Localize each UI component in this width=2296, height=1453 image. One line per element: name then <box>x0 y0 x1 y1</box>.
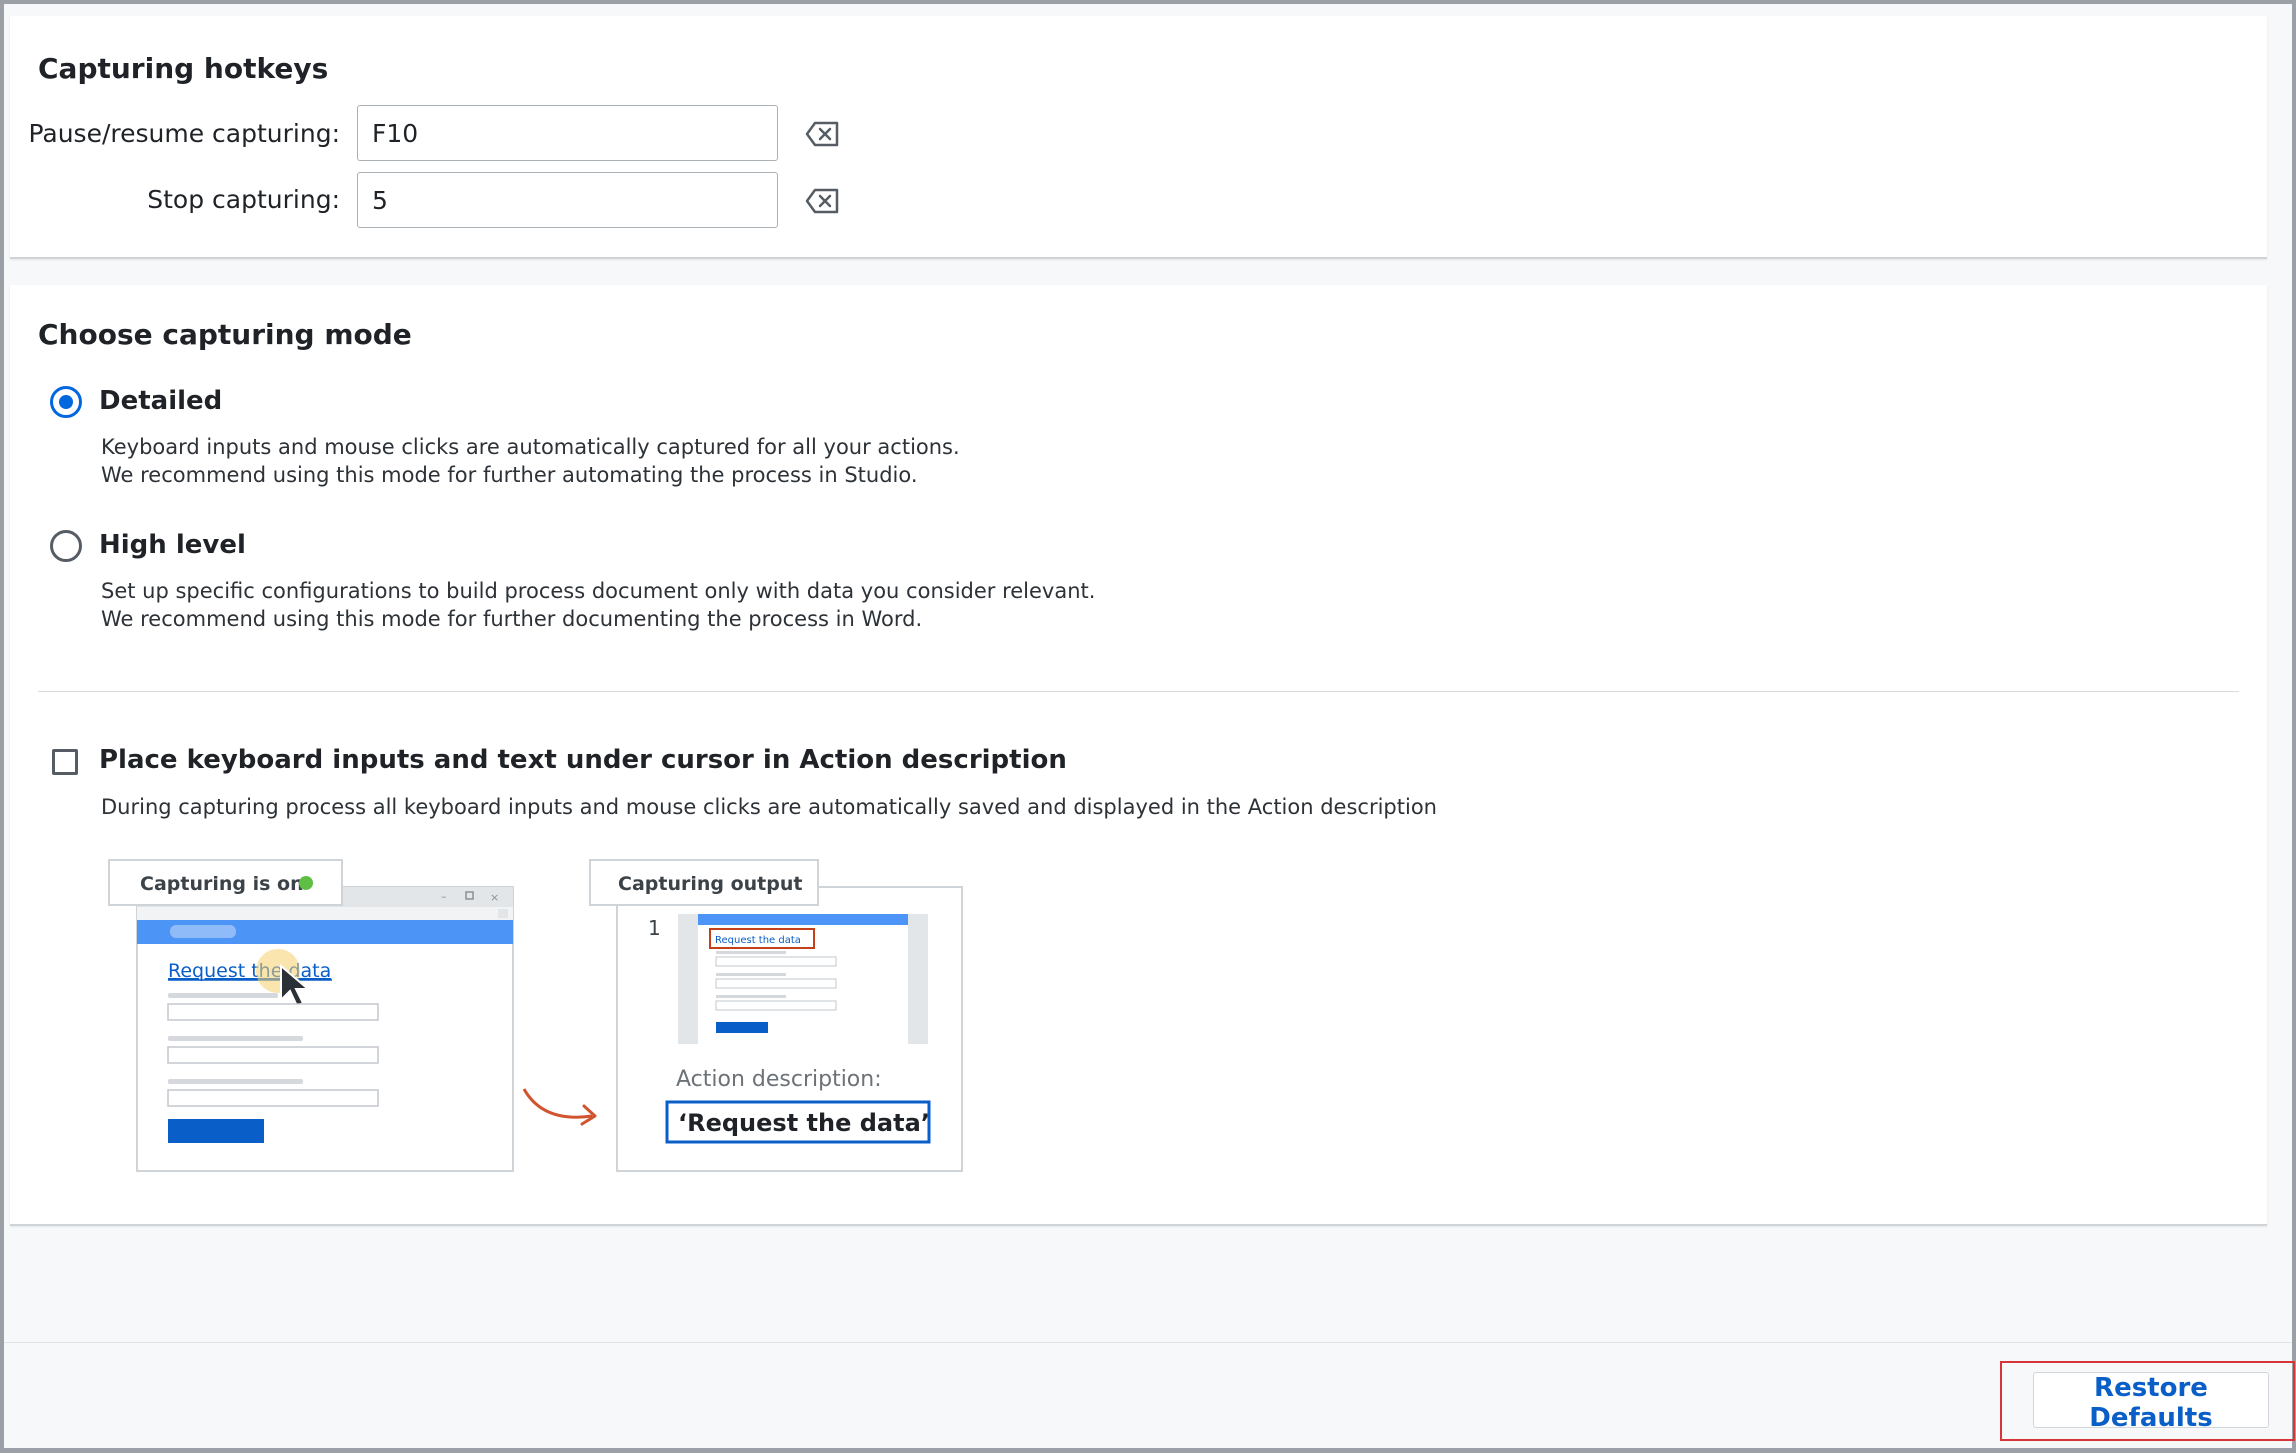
status-dot-icon <box>299 876 313 890</box>
pause-resume-input[interactable] <box>357 105 778 161</box>
mockup-button <box>168 1119 264 1143</box>
hotkeys-section: Capturing hotkeys Pause/resume capturing… <box>10 16 2267 259</box>
svg-text:Action description:: Action description: <box>676 1067 882 1092</box>
clear-stop-hotkey-icon[interactable] <box>805 187 841 215</box>
svg-text:Capturing is on: Capturing is on <box>140 873 304 895</box>
high-level-desc-line2: We recommend using this mode for further… <box>101 607 923 631</box>
illustration-link: Request the data <box>168 960 331 982</box>
capturing-output-card: Capturing output 1 Request the data Acti… <box>589 859 963 1172</box>
detailed-desc-line1: Keyboard inputs and mouse clicks are aut… <box>101 435 960 459</box>
stop-capturing-label: Stop capturing: <box>147 185 340 214</box>
hotkeys-title: Capturing hotkeys <box>38 52 329 85</box>
footer-divider <box>4 1342 2292 1343</box>
action-description-checkbox[interactable] <box>52 749 78 775</box>
svg-text:Capturing output: Capturing output <box>618 873 802 895</box>
browser-mockup: – × Request the data <box>136 886 514 1172</box>
high-level-desc-line1: Set up specific configurations to build … <box>101 579 1096 603</box>
arrow-icon <box>522 1088 593 1119</box>
capturing-mode-section: Choose capturing mode Detailed Keyboard … <box>10 285 2267 1226</box>
section-divider <box>38 691 2239 692</box>
pause-resume-label: Pause/resume capturing: <box>28 119 340 148</box>
action-description-value: ‘Request the data’ <box>678 1109 930 1137</box>
high-level-label[interactable]: High level <box>99 530 246 560</box>
svg-text:1: 1 <box>648 916 661 940</box>
radio-detailed[interactable] <box>50 386 82 418</box>
restore-defaults-highlight <box>2000 1361 2295 1441</box>
svg-text:Request the data: Request the data <box>715 935 801 946</box>
action-description-checkbox-label[interactable]: Place keyboard inputs and text under cur… <box>99 745 1067 775</box>
clear-pause-hotkey-icon[interactable] <box>805 120 841 148</box>
capturing-illustration: – × Request the data Capturing is on Cap… <box>108 859 963 1172</box>
svg-text:×: × <box>490 891 499 904</box>
svg-text:–: – <box>441 890 447 903</box>
capturing-mode-title: Choose capturing mode <box>38 318 412 351</box>
stop-capturing-input[interactable] <box>357 172 778 228</box>
detailed-label[interactable]: Detailed <box>99 386 222 416</box>
detailed-desc-line2: We recommend using this mode for further… <box>101 463 918 487</box>
radio-high-level[interactable] <box>50 530 82 562</box>
action-description-desc: During capturing process all keyboard in… <box>101 795 1437 819</box>
capturing-status-tab: Capturing is on <box>108 859 343 906</box>
